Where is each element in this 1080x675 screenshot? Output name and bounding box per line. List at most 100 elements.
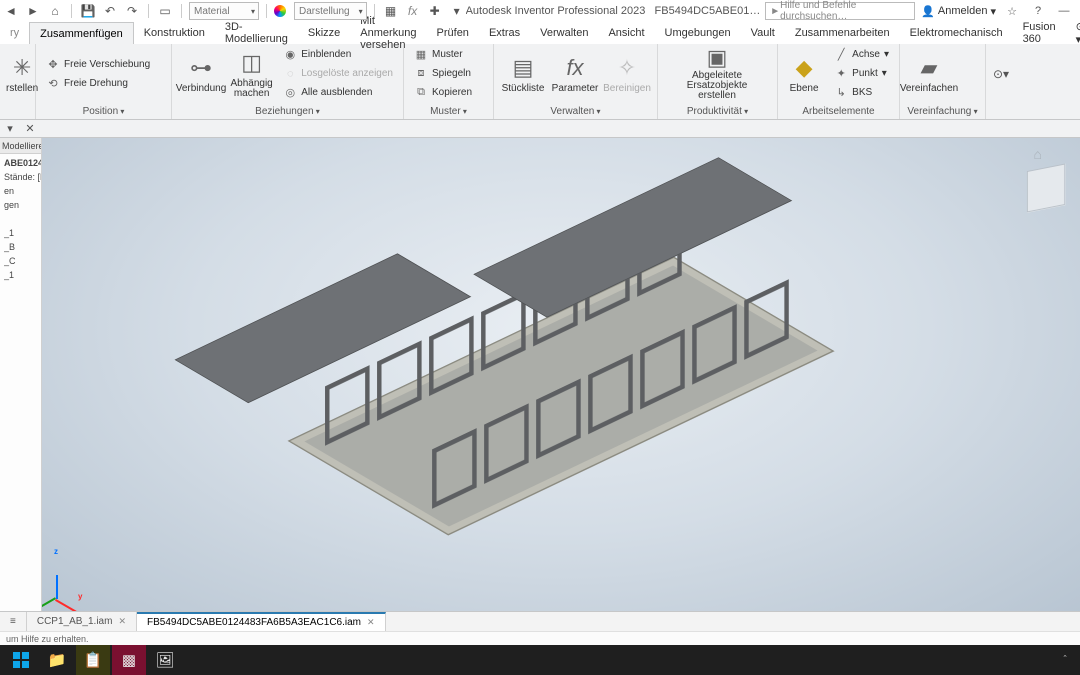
browser-item[interactable]: ABE012448 (4, 156, 41, 170)
tab-sketch[interactable]: Skizze (298, 22, 350, 44)
free-rotate-button[interactable]: ⟲Freie Drehung (42, 75, 154, 92)
panel-relations-title[interactable]: Beziehungen (255, 106, 320, 117)
tab-manage[interactable]: Verwalten (530, 22, 598, 44)
hide-all-button[interactable]: ◎Alle ausblenden (279, 84, 397, 101)
plane-icon: ◆ (789, 54, 819, 82)
close-icon[interactable]: ✕ (367, 617, 375, 628)
copy-button[interactable]: ⧉Kopieren (410, 84, 476, 101)
tab-file[interactable]: ry (0, 22, 29, 44)
browser-item[interactable]: _C (4, 254, 41, 268)
panel-productivity-title[interactable]: Produktivität (687, 106, 748, 117)
panel-pattern-title[interactable]: Muster (430, 106, 467, 117)
browser-item[interactable]: _1 (4, 268, 41, 282)
taskbar-app3-icon[interactable]: 🖼 (148, 645, 182, 675)
home-icon[interactable]: ⌂ (46, 2, 64, 20)
pattern-button[interactable]: ▦Muster (410, 46, 476, 63)
point-button[interactable]: ✦Punkt ▾ (830, 65, 893, 82)
browser-item[interactable]: en (4, 184, 41, 198)
bom-button[interactable]: ▤Stückliste (500, 47, 546, 101)
doc-switch-icon[interactable]: ≡ (0, 612, 27, 632)
panel-simplify-title[interactable]: Vereinfachung (907, 106, 977, 117)
browser-header: Modellieren (0, 138, 41, 154)
tab-tools[interactable]: Extras (479, 22, 530, 44)
bom-icon: ▤ (508, 54, 538, 82)
start-button[interactable] (4, 645, 38, 675)
browser-item[interactable]: _B (4, 240, 41, 254)
ucs-button[interactable]: ↳BKS (830, 84, 893, 101)
browser-item[interactable]: _1 (4, 226, 41, 240)
nav-back-icon[interactable]: ◄ (2, 2, 20, 20)
redo-icon[interactable]: ↷ (123, 2, 141, 20)
viewcube-home-icon[interactable]: ⌂ (1034, 146, 1042, 162)
axis-button[interactable]: ╱Achse ▾ (830, 46, 893, 63)
mini-tool-a-icon[interactable]: ▾ (2, 121, 18, 137)
doc-tab-0[interactable]: CCP1_AB_1.iam✕ (27, 612, 137, 632)
fx-icon: fx (560, 54, 590, 82)
appearance-combo[interactable]: Darstellung (294, 2, 367, 20)
constrain-button[interactable]: ◫Abhängig machen (230, 47, 273, 101)
ribbon-tabstrip: ry Zusammenfügen Konstruktion 3D-Modelli… (0, 22, 1080, 44)
panel-workfeatures-title: Arbeitselemente (802, 106, 874, 117)
help-icon[interactable]: ? (1028, 2, 1048, 20)
viewcube[interactable] (1027, 164, 1065, 213)
tool-b-icon[interactable]: ✚ (426, 2, 444, 20)
free-move-button[interactable]: ✥Freie Verschiebung (42, 56, 154, 73)
joint-button[interactable]: ⊶Verbindung (178, 47, 224, 101)
mirror-button[interactable]: ⧈Spiegeln (410, 65, 476, 82)
save-icon[interactable]: 💾 (79, 2, 97, 20)
parameters-button[interactable]: fxParameter (552, 47, 598, 101)
tab-inspect[interactable]: Prüfen (427, 22, 479, 44)
tab-3dmodel[interactable]: 3D-Modellierung (215, 22, 298, 44)
show-button[interactable]: ◉Einblenden (279, 46, 397, 63)
qat-dropdown-icon[interactable]: ▾ (448, 2, 466, 20)
copy-icon: ⧉ (414, 86, 428, 100)
signin-button[interactable]: 👤 Anmelden ▾ (921, 5, 996, 18)
taskbar-app1-icon[interactable]: 📋 (76, 645, 110, 675)
show-sick-button: ◌Losgelöste anzeigen (279, 65, 397, 82)
tab-collaborate[interactable]: Zusammenarbeiten (785, 22, 900, 44)
model-browser[interactable]: Modellieren ABE012448 Stände: [Prim en g… (0, 138, 42, 615)
create-button[interactable]: ✳ rstellen (6, 47, 38, 101)
taskbar-explorer-icon[interactable]: 📁 (40, 645, 74, 675)
3d-viewport[interactable]: ⌂ z y x (42, 138, 1080, 615)
tab-view[interactable]: Ansicht (598, 22, 654, 44)
taskbar-app2-icon[interactable]: ▩ (112, 645, 146, 675)
material-combo[interactable]: Material (189, 2, 259, 20)
hide-all-icon: ◎ (283, 86, 297, 100)
axis-z-label: z (54, 547, 58, 556)
ribbon-overflow-icon[interactable]: ⊙▾ (992, 65, 1010, 83)
panel-manage-title[interactable]: Verwalten (550, 106, 600, 117)
undo-icon[interactable]: ↶ (101, 2, 119, 20)
simplify-icon: ▰ (914, 54, 944, 82)
show-sick-icon: ◌ (283, 67, 297, 81)
tab-assemble[interactable]: Zusammenfügen (29, 22, 134, 44)
favorite-icon[interactable]: ☆ (1002, 2, 1022, 20)
tab-design[interactable]: Konstruktion (134, 22, 215, 44)
window-minimize-icon[interactable]: ― (1054, 2, 1074, 20)
doc-tab-1[interactable]: FB5494DC5ABE0124483FA6B5A3EAC1C6.iam✕ (137, 612, 386, 632)
plane-button[interactable]: ◆Ebene (784, 47, 824, 101)
derived-sub-button[interactable]: ▣Abgeleitete Ersatzobjekte erstellen (664, 47, 770, 101)
tab-environments[interactable]: Umgebungen (655, 22, 741, 44)
browser-item[interactable]: gen (4, 198, 41, 212)
derived-sub-icon: ▣ (702, 47, 732, 69)
simplify-button[interactable]: ▰Vereinfachen (906, 47, 952, 101)
browser-item[interactable]: Stände: [Prim (4, 170, 41, 184)
tab-fusion360[interactable]: Fusion 360 (1013, 22, 1066, 44)
select-icon[interactable]: ▭ (156, 2, 174, 20)
nav-fwd-icon[interactable]: ► (24, 2, 42, 20)
constrain-icon: ◫ (237, 49, 267, 77)
windows-taskbar: 📁 📋 ▩ 🖼 ＾ (0, 645, 1080, 675)
mini-close-icon[interactable]: ✕ (22, 121, 38, 137)
panel-position-title[interactable]: Position (83, 106, 125, 117)
taskbar-show-desktop-icon[interactable]: ＾ (1060, 653, 1070, 668)
close-icon[interactable]: ✕ (118, 616, 126, 627)
tab-overflow[interactable]: ⊙ ▾ (1066, 22, 1080, 44)
help-search-input[interactable]: ► Hilfe und Befehle durchsuchen… (765, 2, 915, 20)
tab-vault[interactable]: Vault (741, 22, 785, 44)
point-icon: ✦ (834, 67, 848, 81)
tab-annotate[interactable]: Mit Anmerkung versehen (350, 22, 426, 44)
tab-electromech[interactable]: Elektromechanisch (900, 22, 1013, 44)
browser-item[interactable] (4, 212, 41, 226)
ribbon: ✳ rstellen ✥Freie Verschiebung ⟲Freie Dr… (0, 44, 1080, 120)
